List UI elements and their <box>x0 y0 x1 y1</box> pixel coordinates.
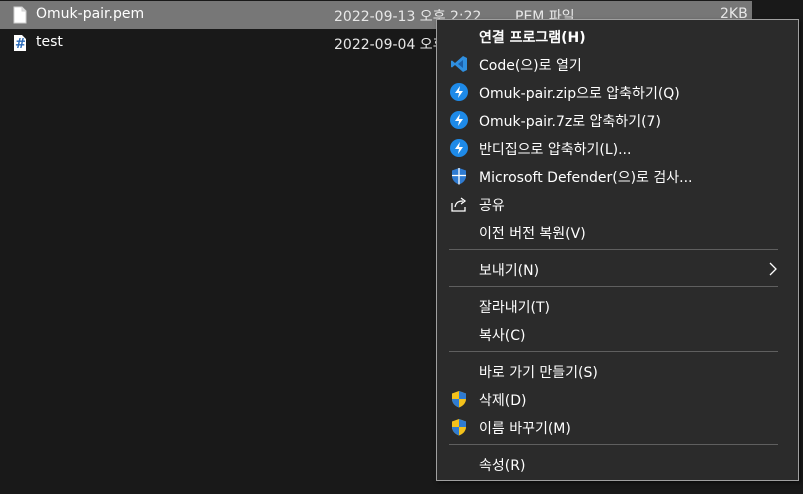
bandizip-icon <box>450 83 468 101</box>
menu-item-share[interactable]: 공유 <box>437 190 798 218</box>
menu-item-label: 잘라내기(T) <box>479 300 550 316</box>
hash-file-icon: # <box>14 35 26 52</box>
menu-item-label: 이전 버전 복원(V) <box>479 226 586 242</box>
menu-item-label: 연결 프로그램(H) <box>479 30 586 46</box>
bandizip-icon <box>450 111 468 129</box>
uac-shield-icon <box>452 419 466 436</box>
menu-item-defender[interactable]: Microsoft Defender(으)로 검사... <box>437 162 798 190</box>
menu-item-open-with[interactable]: 연결 프로그램(H) <box>437 22 798 50</box>
menu-item-label: Microsoft Defender(으)로 검사... <box>479 170 693 186</box>
file-name: test <box>36 34 63 50</box>
vscode-icon <box>451 56 467 72</box>
menu-item-zip[interactable]: Omuk-pair.zip으로 압축하기(Q) <box>437 78 798 106</box>
menu-item-label: 속성(R) <box>479 458 526 474</box>
menu-item-label: Omuk-pair.zip으로 압축하기(Q) <box>479 86 680 102</box>
menu-item-properties[interactable]: 속성(R) <box>437 450 798 478</box>
uac-shield-icon <box>452 391 466 408</box>
menu-item-label: 바로 가기 만들기(S) <box>479 365 598 381</box>
menu-separator <box>449 444 778 445</box>
menu-item-copy[interactable]: 복사(C) <box>437 320 798 348</box>
defender-shield-icon <box>452 168 466 185</box>
file-date: 2022-09-04 오후 <box>334 37 446 53</box>
menu-item-label: Code(으)로 열기 <box>479 58 582 74</box>
menu-item-restore[interactable]: 이전 버전 복원(V) <box>437 218 798 246</box>
share-icon <box>451 197 467 212</box>
menu-item-delete[interactable]: 삭제(D) <box>437 385 798 413</box>
menu-item-create-shortcut[interactable]: 바로 가기 만들기(S) <box>437 357 798 385</box>
menu-separator <box>449 351 778 352</box>
svg-text:#: # <box>15 37 26 52</box>
menu-item-send-to[interactable]: 보내기(N) <box>437 255 798 283</box>
blank-document-icon <box>13 6 27 24</box>
menu-item-rename[interactable]: 이름 바꾸기(M) <box>437 413 798 441</box>
menu-item-label: 공유 <box>479 198 505 214</box>
file-name: Omuk-pair.pem <box>36 6 145 22</box>
menu-item-label: 반디집으로 압축하기(L)... <box>479 142 632 158</box>
bandizip-icon <box>450 139 468 157</box>
menu-item-label: Omuk-pair.7z로 압축하기(7) <box>479 114 661 130</box>
menu-item-cut[interactable]: 잘라내기(T) <box>437 292 798 320</box>
menu-item-7z[interactable]: Omuk-pair.7z로 압축하기(7) <box>437 106 798 134</box>
menu-separator <box>449 249 778 250</box>
menu-item-label: 삭제(D) <box>479 393 527 409</box>
menu-item-label: 보내기(N) <box>479 263 540 279</box>
context-menu: 연결 프로그램(H) Code(으)로 열기 Omuk-pair.zip으로 압… <box>436 19 799 481</box>
chevron-right-icon <box>769 262 777 276</box>
menu-item-bandizip[interactable]: 반디집으로 압축하기(L)... <box>437 134 798 162</box>
menu-item-label: 이름 바꾸기(M) <box>479 421 571 437</box>
file-row-test[interactable]: # test 2022-09-04 오후 <box>0 29 446 57</box>
menu-separator <box>449 286 778 287</box>
menu-item-label: 복사(C) <box>479 328 526 344</box>
menu-item-open-with-code[interactable]: Code(으)로 열기 <box>437 50 798 78</box>
